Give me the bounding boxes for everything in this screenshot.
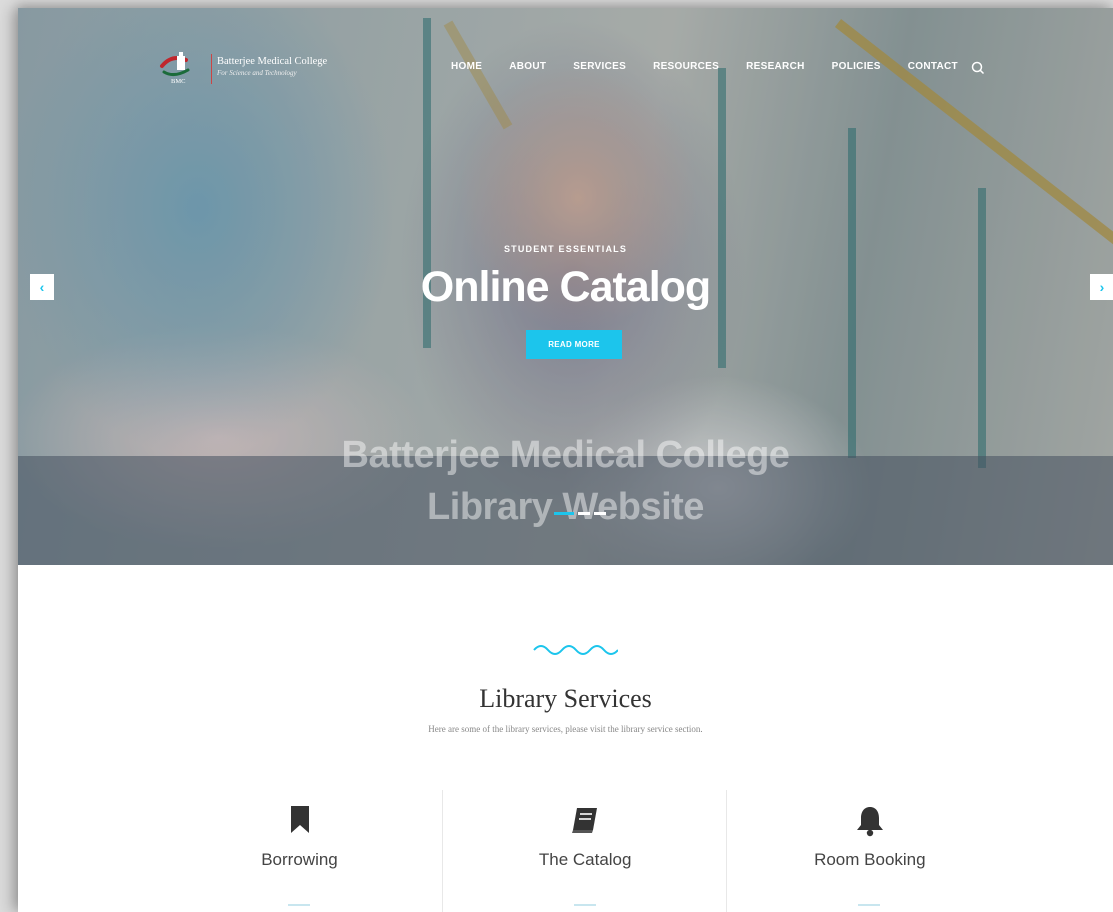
slider-dot[interactable] [594,512,606,515]
site-logo[interactable]: BMC Batterjee Medical College For Scienc… [158,48,358,92]
section-subtitle: Here are some of the library services, p… [428,724,703,734]
logo-divider [211,54,212,84]
band-title-line2: Library Website [427,486,704,528]
nav-research[interactable]: RESEARCH [746,61,805,72]
logo-subtitle: For Science and Technology [217,69,297,77]
slide-eyebrow: STUDENT ESSENTIALS [503,244,628,254]
logo-abbr: BMC [171,78,186,85]
nav-about[interactable]: ABOUT [509,61,546,72]
wave-divider-icon [533,645,618,655]
service-borrowing[interactable]: Borrowing [157,790,442,912]
service-divider [573,904,596,906]
service-label: Room Booking [814,850,926,869]
section-title: Library Services [479,684,652,713]
logo-name: Batterjee Medical College [217,56,328,67]
nav-services[interactable]: SERVICES [573,61,626,72]
bookmark-icon [157,805,442,837]
hero-slider: BMC Batterjee Medical College For Scienc… [18,8,1113,565]
bell-icon [727,805,1012,837]
service-label: Borrowing [261,850,338,869]
page: BMC Batterjee Medical College For Scienc… [18,8,1113,912]
slider-dot[interactable] [578,512,590,515]
nav-contact[interactable]: CONTACT [908,61,958,72]
service-room-booking[interactable]: Room Booking [726,790,1011,912]
nav-home[interactable]: HOME [451,61,482,72]
slide-title: Online Catalog [420,263,711,311]
search-icon[interactable] [970,60,986,76]
slider-dot[interactable] [554,512,574,515]
main-nav: HOME ABOUT SERVICES RESOURCES RESEARCH P… [451,58,986,76]
service-catalog[interactable]: The Catalog [441,790,728,912]
nav-policies[interactable]: POLICIES [832,61,881,72]
service-label: The Catalog [538,850,632,869]
service-divider [858,904,881,906]
nav-resources[interactable]: RESOURCES [653,61,719,72]
slider-dots [554,512,606,515]
services-list: Borrowing The Catalog Room Booking [157,790,1011,912]
service-divider [288,904,310,906]
band-title-line1: Batterjee Medical College [341,434,790,476]
read-more-button[interactable]: READ MORE [526,330,622,359]
book-icon [443,805,728,837]
